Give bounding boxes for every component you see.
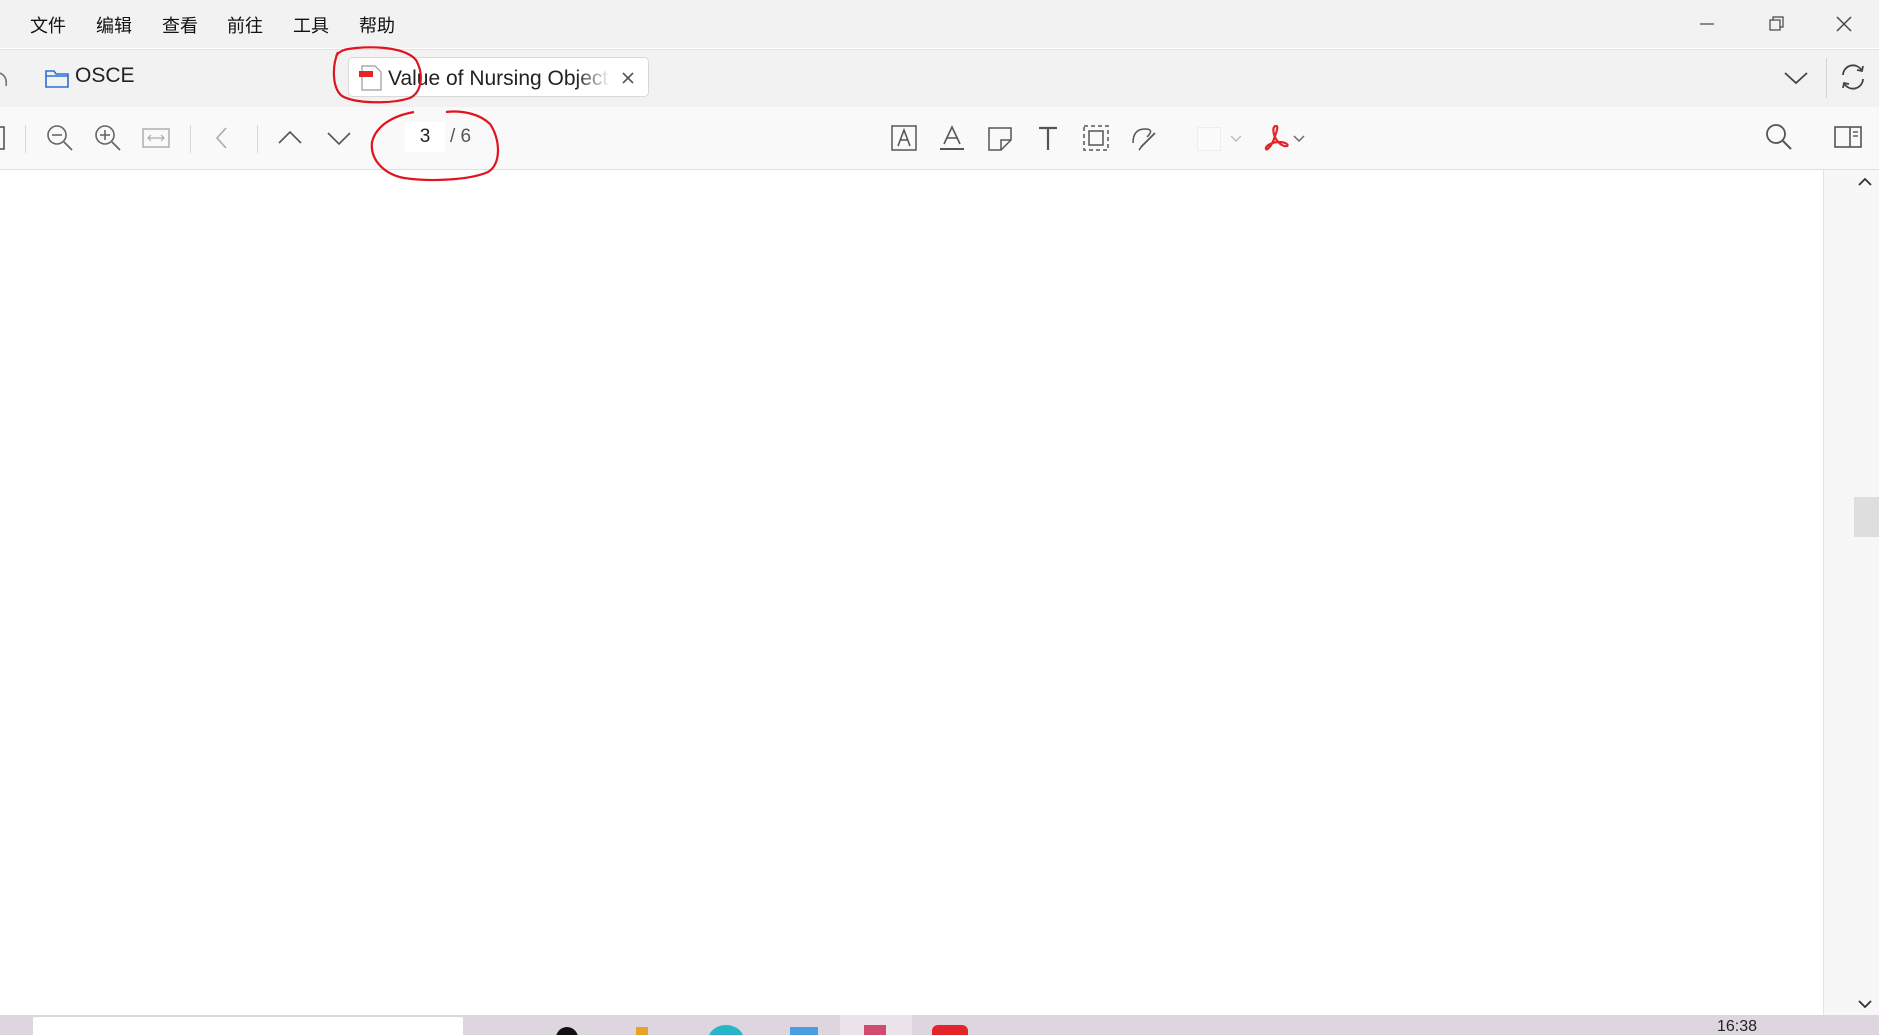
taskbar: 16:38 [0,1015,1879,1035]
minimize-icon [1700,23,1714,25]
zoom-out-icon [47,125,73,151]
search-icon [1766,124,1792,150]
chevron-down-icon [1230,135,1242,142]
close-window-button[interactable] [1830,10,1858,38]
text-box-icon [891,125,917,151]
menu-file[interactable]: 文件 [30,12,66,38]
area-select-tool-button[interactable] [1081,123,1111,153]
pdf-file-icon [359,65,382,91]
menu-tools[interactable]: 工具 [293,12,329,38]
page-count: / 6 [450,126,472,147]
folder-icon [45,70,69,88]
zoom-in-button[interactable] [92,122,124,154]
taskbar-app-icon[interactable] [636,1027,648,1035]
fit-width-button[interactable] [140,123,172,153]
toolbar: / 6 [0,107,1879,170]
text-icon [1039,126,1057,150]
menu-go[interactable]: 前往 [227,12,263,38]
right-pane-toggle-button[interactable] [1833,123,1863,151]
sidebar-icon [0,126,5,150]
acrobat-icon [1264,124,1289,151]
side-panel-icon [1834,126,1862,148]
restore-icon [1769,16,1784,31]
tab-list-dropdown[interactable] [1781,64,1811,92]
area-select-icon [1083,125,1109,151]
toolbar-divider [25,125,26,153]
sticky-note-icon [988,127,1012,151]
scrollbar-thumb[interactable] [1854,497,1879,537]
zoom-out-button[interactable] [44,122,76,154]
toolbar-divider [257,125,258,153]
minimize-button[interactable] [1693,10,1721,38]
back-button[interactable] [0,64,16,92]
close-tab-icon[interactable] [619,69,637,87]
taskbar-search[interactable] [33,1017,463,1035]
underline-text-icon [940,125,964,150]
taskbar-app-icon[interactable] [556,1027,578,1035]
divider [1826,58,1827,98]
chevron-down-icon [1293,135,1305,142]
highlight-tool-button[interactable] [937,123,967,153]
menu-bar: 文件 编辑 查看 前往 工具 帮助 [0,0,1879,48]
sync-icon [1842,64,1864,90]
menu-view[interactable]: 查看 [162,12,198,38]
taskbar-app-icon [864,1025,886,1035]
restore-button[interactable] [1762,10,1790,38]
document-tab-title: Value of Nursing Objective Structured Cl… [388,67,610,90]
zoom-in-icon [95,125,121,151]
ink-tool-button[interactable] [1129,123,1159,153]
document-viewer[interactable] [0,170,1823,1015]
chevron-down-icon [327,132,351,146]
previous-page-button[interactable] [275,124,305,152]
fit-width-icon [142,128,170,148]
toolbar-divider [190,125,191,153]
menu-edit[interactable]: 编辑 [96,12,132,38]
vertical-scrollbar[interactable] [1823,170,1879,1015]
text-box-tool-button[interactable] [889,123,919,153]
close-icon [1836,16,1852,32]
scroll-up-icon[interactable] [1857,176,1873,188]
taskbar-clock: 16:38 [1717,1018,1758,1035]
text-tool-button[interactable] [1033,123,1063,153]
pen-draw-icon [1132,128,1156,151]
taskbar-app-icon[interactable] [790,1027,818,1035]
search-button[interactable] [1763,121,1795,153]
tab-bar: OSCE Value of Nursing Objective Structur… [0,49,1879,108]
back-arrow-icon [0,72,8,87]
chevron-left-icon [215,127,227,149]
sync-button[interactable] [1838,62,1868,92]
taskbar-active-app[interactable] [840,1015,912,1035]
page-number-input[interactable] [405,122,445,152]
taskbar-app-icon[interactable] [932,1025,968,1035]
note-tool-button[interactable] [985,123,1015,153]
scroll-down-icon[interactable] [1857,998,1873,1010]
next-page-button[interactable] [324,124,354,152]
acrobat-open-button[interactable] [1262,123,1305,153]
taskbar-app-icon[interactable] [708,1025,744,1035]
back-page-button[interactable] [210,124,234,152]
chevron-up-icon [278,130,302,144]
chevron-down-icon [1784,72,1808,85]
color-swatch [1197,127,1221,151]
menu-help[interactable]: 帮助 [359,12,395,38]
document-tab[interactable]: Value of Nursing Objective Structured Cl… [348,57,649,97]
sidebar-toggle-button[interactable] [0,125,8,151]
folder-tab-label: OSCE [75,64,135,87]
